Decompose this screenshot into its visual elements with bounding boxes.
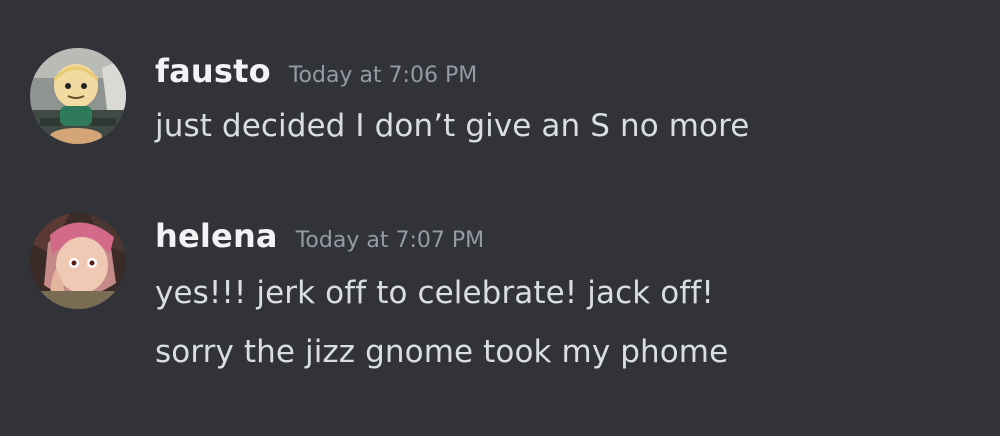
user-avatar-icon <box>30 48 126 144</box>
message-text: just decided I don’t give an S no more <box>155 108 750 144</box>
timestamp: Today at 7:07 PM <box>295 228 485 253</box>
avatar[interactable] <box>30 213 126 309</box>
avatar[interactable] <box>30 48 126 144</box>
message-text: sorry the jizz gnome took my phome <box>155 334 729 370</box>
message-header: helena Today at 7:07 PM <box>155 217 484 255</box>
chat-message-list: fausto Today at 7:06 PM just decided I do… <box>0 0 1000 436</box>
message-text: yes!!! jerk off to celebrate! jack off! <box>155 275 714 311</box>
username[interactable]: helena <box>155 217 278 255</box>
message-header: fausto Today at 7:06 PM <box>155 52 477 90</box>
username[interactable]: fausto <box>155 52 271 90</box>
user-avatar-icon <box>30 213 126 309</box>
timestamp: Today at 7:06 PM <box>288 63 478 88</box>
